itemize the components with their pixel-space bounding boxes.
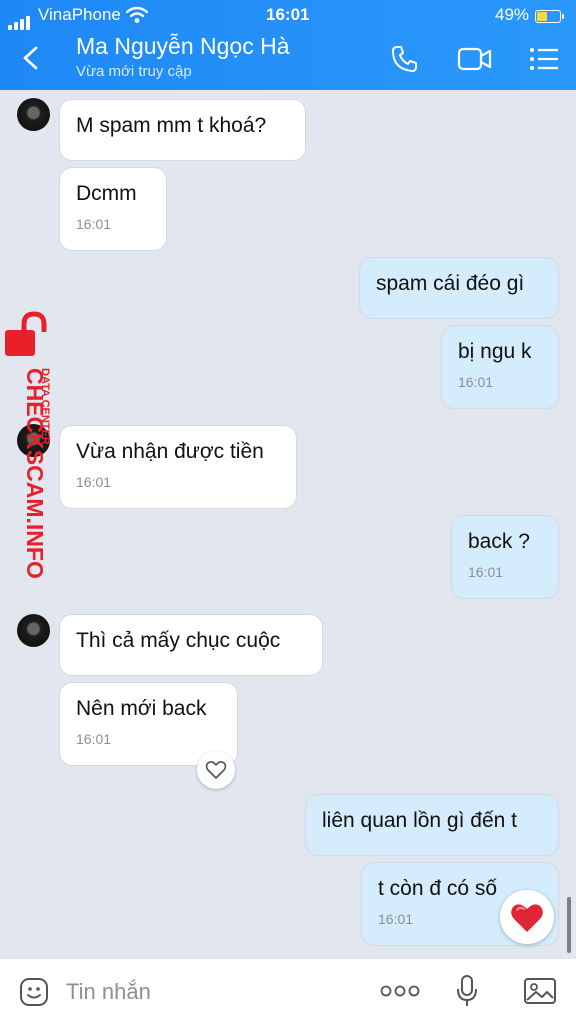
menu-list-icon[interactable] [528, 44, 560, 74]
contact-name[interactable]: Ma Nguyễn Ngọc Hà [76, 33, 290, 60]
message-text: bị ngu k [458, 340, 532, 363]
message-outgoing[interactable]: back ? 16:01 [452, 516, 558, 598]
message-outgoing[interactable]: spam cái đéo gì [360, 258, 558, 318]
message-input-bar: Tin nhắn [0, 958, 576, 1025]
sticker-icon[interactable] [18, 976, 50, 1008]
video-call-icon[interactable] [457, 44, 493, 74]
message-input[interactable]: Tin nhắn [66, 979, 151, 1005]
wifi-icon [126, 6, 148, 23]
message-text: Thì cả mấy chục cuộc [76, 629, 281, 652]
message-text: Dcmm [76, 182, 137, 205]
image-gallery-icon[interactable] [522, 975, 558, 1007]
scrollbar[interactable] [567, 897, 571, 953]
message-outgoing[interactable]: bị ngu k 16:01 [442, 326, 558, 408]
chat-header: VinaPhone 16:01 49% Ma Nguyễn Ngọc Hà Vừ… [0, 0, 576, 90]
message-time: 16:01 [458, 374, 494, 390]
message-list[interactable]: M spam mm t khoá? Dcmm 16:01 spam cái đé… [0, 90, 576, 958]
message-incoming[interactable]: Dcmm 16:01 [60, 168, 166, 250]
more-options-icon[interactable] [380, 981, 420, 1001]
back-button[interactable] [16, 40, 46, 76]
message-text: liên quan lồn gì đến t [322, 809, 517, 832]
message-text: back ? [468, 530, 530, 553]
message-text: t còn đ có số [378, 877, 498, 900]
message-incoming[interactable]: Thì cả mấy chục cuộc [60, 615, 322, 675]
heart-icon [511, 904, 543, 932]
message-time: 16:01 [468, 564, 504, 580]
message-time: 16:01 [76, 731, 112, 747]
message-text: Vừa nhận được tiền [76, 440, 264, 463]
signal-icon [8, 10, 32, 30]
battery-percent: 49% [495, 5, 530, 24]
message-incoming[interactable]: M spam mm t khoá? [60, 100, 305, 160]
message-time: 16:01 [76, 474, 112, 490]
clock: 16:01 [266, 5, 310, 24]
message-text: spam cái đéo gì [376, 272, 525, 295]
message-text: Nên mới back [76, 697, 207, 720]
watermark-subtitle: DATA CENTER [39, 368, 51, 445]
message-outgoing[interactable]: liên quan lồn gì đến t [306, 795, 558, 855]
react-heart-button[interactable] [500, 890, 554, 944]
contact-avatar[interactable] [17, 614, 50, 647]
carrier-name: VinaPhone [38, 5, 121, 24]
heart-outline-icon [205, 761, 227, 779]
message-incoming[interactable]: Vừa nhận được tiền 16:01 [60, 426, 296, 508]
microphone-icon[interactable] [455, 973, 479, 1009]
contact-avatar[interactable] [17, 98, 50, 131]
status-bar: VinaPhone 16:01 49% [0, 4, 576, 30]
message-text: M spam mm t khoá? [76, 114, 267, 137]
lock-logo-icon: CHECKSCAM.INFO DATA CENTER [5, 311, 51, 579]
battery-icon [535, 10, 564, 23]
message-time: 16:01 [76, 216, 112, 232]
watermark: CHECKSCAM.INFO DATA CENTER [2, 310, 64, 590]
react-heart-button[interactable] [197, 751, 235, 789]
phone-call-icon[interactable] [390, 44, 420, 74]
contact-status: Vừa mới truy cập [76, 63, 192, 80]
